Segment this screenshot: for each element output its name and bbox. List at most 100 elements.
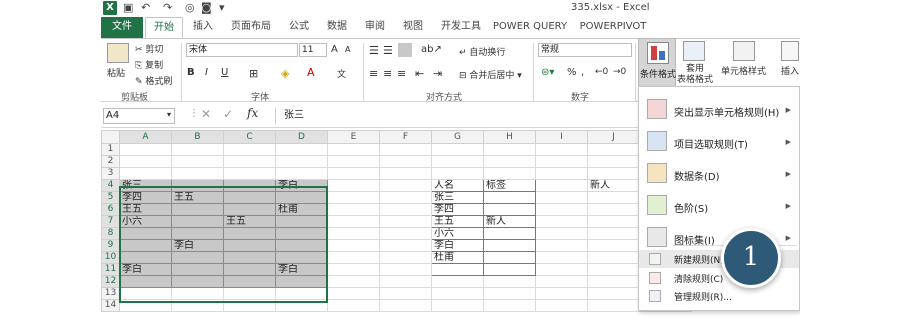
cell[interactable] [535,155,588,168]
cell[interactable] [327,251,380,264]
cell[interactable] [327,179,380,192]
format-as-table-button[interactable]: 套用 表格格式 [677,64,713,86]
cell-styles-button[interactable]: 单元格样式 [721,64,766,77]
tab-page-layout[interactable]: 页面布局 [223,17,279,38]
cell[interactable] [535,299,588,312]
align-bottom-icon[interactable] [398,43,412,57]
cell[interactable] [223,203,276,216]
cell[interactable]: 李白 [431,239,484,252]
cell[interactable] [223,155,276,168]
cell[interactable] [327,155,380,168]
name-box-dropdown-icon[interactable]: ▾ [167,110,171,119]
cell[interactable] [379,191,432,204]
cell[interactable] [379,263,432,276]
cell[interactable] [587,155,640,168]
cell[interactable] [119,287,172,300]
cell[interactable] [483,203,536,216]
cell[interactable]: 李白 [171,239,224,252]
cell[interactable] [587,299,640,312]
cell[interactable] [327,143,380,156]
cell[interactable] [119,155,172,168]
cell[interactable] [535,179,588,192]
cell[interactable]: 李白 [275,179,328,192]
font-color-icon[interactable]: A [307,66,315,79]
cell[interactable] [379,167,432,180]
cell[interactable] [171,227,224,240]
align-right-icon[interactable]: ≡ [397,67,406,80]
cell[interactable] [431,287,484,300]
underline-button[interactable]: U [221,67,228,78]
cell[interactable] [431,263,484,276]
cell[interactable] [275,143,328,156]
number-format-select[interactable]: 常规 [538,43,632,57]
cell[interactable] [223,191,276,204]
align-middle-icon[interactable]: ☰ [383,44,393,57]
cell[interactable] [587,227,640,240]
cut-button[interactable]: ✂ 剪切 [135,42,163,55]
cell[interactable]: 李四 [119,191,172,204]
column-header[interactable]: H [483,130,536,144]
cell[interactable] [223,239,276,252]
spreadsheet-table[interactable]: A B C D E F G H I J 1 2 3 4 张三 李白 人名 标签 新人 5 李四 王五 张三 6 王五 杜甫 李四 7 小… [101,130,692,312]
cell[interactable] [275,227,328,240]
cell[interactable] [171,275,224,288]
cell[interactable] [587,167,640,180]
cell[interactable] [431,143,484,156]
percent-button[interactable]: % [567,67,577,78]
menu-item[interactable]: 色阶(S) ▶ [639,191,799,221]
cell[interactable] [171,299,224,312]
row-header[interactable]: 10 [101,251,120,264]
align-center-icon[interactable]: ≡ [383,67,392,80]
row-header[interactable]: 8 [101,227,120,240]
table-format-icon[interactable] [683,41,705,61]
cell[interactable]: 新人 [483,215,536,228]
cell[interactable]: 人名 [431,179,484,192]
cell[interactable] [379,227,432,240]
align-left-icon[interactable]: ≡ [369,67,378,80]
cell[interactable] [171,215,224,228]
cell[interactable] [327,287,380,300]
wrap-text-button[interactable]: ↵ 自动换行 [459,45,505,58]
customize-qat-icon[interactable]: ▾ [219,1,225,14]
cell[interactable] [119,275,172,288]
formula-input[interactable]: 张三 [275,108,635,124]
cell[interactable] [483,275,536,288]
borders-icon[interactable]: ⊞ [249,67,258,80]
cell[interactable] [379,203,432,216]
cell[interactable] [119,143,172,156]
cell[interactable] [327,215,380,228]
cell[interactable] [223,227,276,240]
cell[interactable] [587,263,640,276]
cell[interactable] [379,287,432,300]
cell[interactable] [223,299,276,312]
font-size-select[interactable]: 11 [299,43,327,57]
cell[interactable] [587,215,640,228]
tab-review[interactable]: 审阅 [357,17,393,38]
cell[interactable] [171,203,224,216]
paste-button[interactable]: 粘贴 [107,66,125,79]
cell[interactable] [535,215,588,228]
cell[interactable] [327,191,380,204]
select-all-corner[interactable] [101,130,120,144]
column-header[interactable]: F [379,130,432,144]
camera-icon[interactable]: ◙ [201,1,212,14]
cell[interactable]: 杜甫 [275,203,328,216]
cell[interactable]: 李四 [431,203,484,216]
currency-icon[interactable]: ⊜▾ [541,67,554,78]
cell[interactable] [483,227,536,240]
cell[interactable] [223,143,276,156]
row-header[interactable]: 2 [101,155,120,168]
cell[interactable] [535,287,588,300]
font-name-select[interactable]: 宋体 [186,43,298,57]
menu-item[interactable]: 突出显示单元格规则(H) ▶ [639,95,799,125]
cell[interactable] [275,167,328,180]
cell[interactable] [483,251,536,264]
cell[interactable] [431,275,484,288]
column-header[interactable]: E [327,130,380,144]
cell[interactable] [587,251,640,264]
cell[interactable] [223,263,276,276]
cell[interactable] [275,287,328,300]
row-header[interactable]: 13 [101,287,120,300]
column-header[interactable]: C [223,130,276,144]
cell[interactable] [483,191,536,204]
